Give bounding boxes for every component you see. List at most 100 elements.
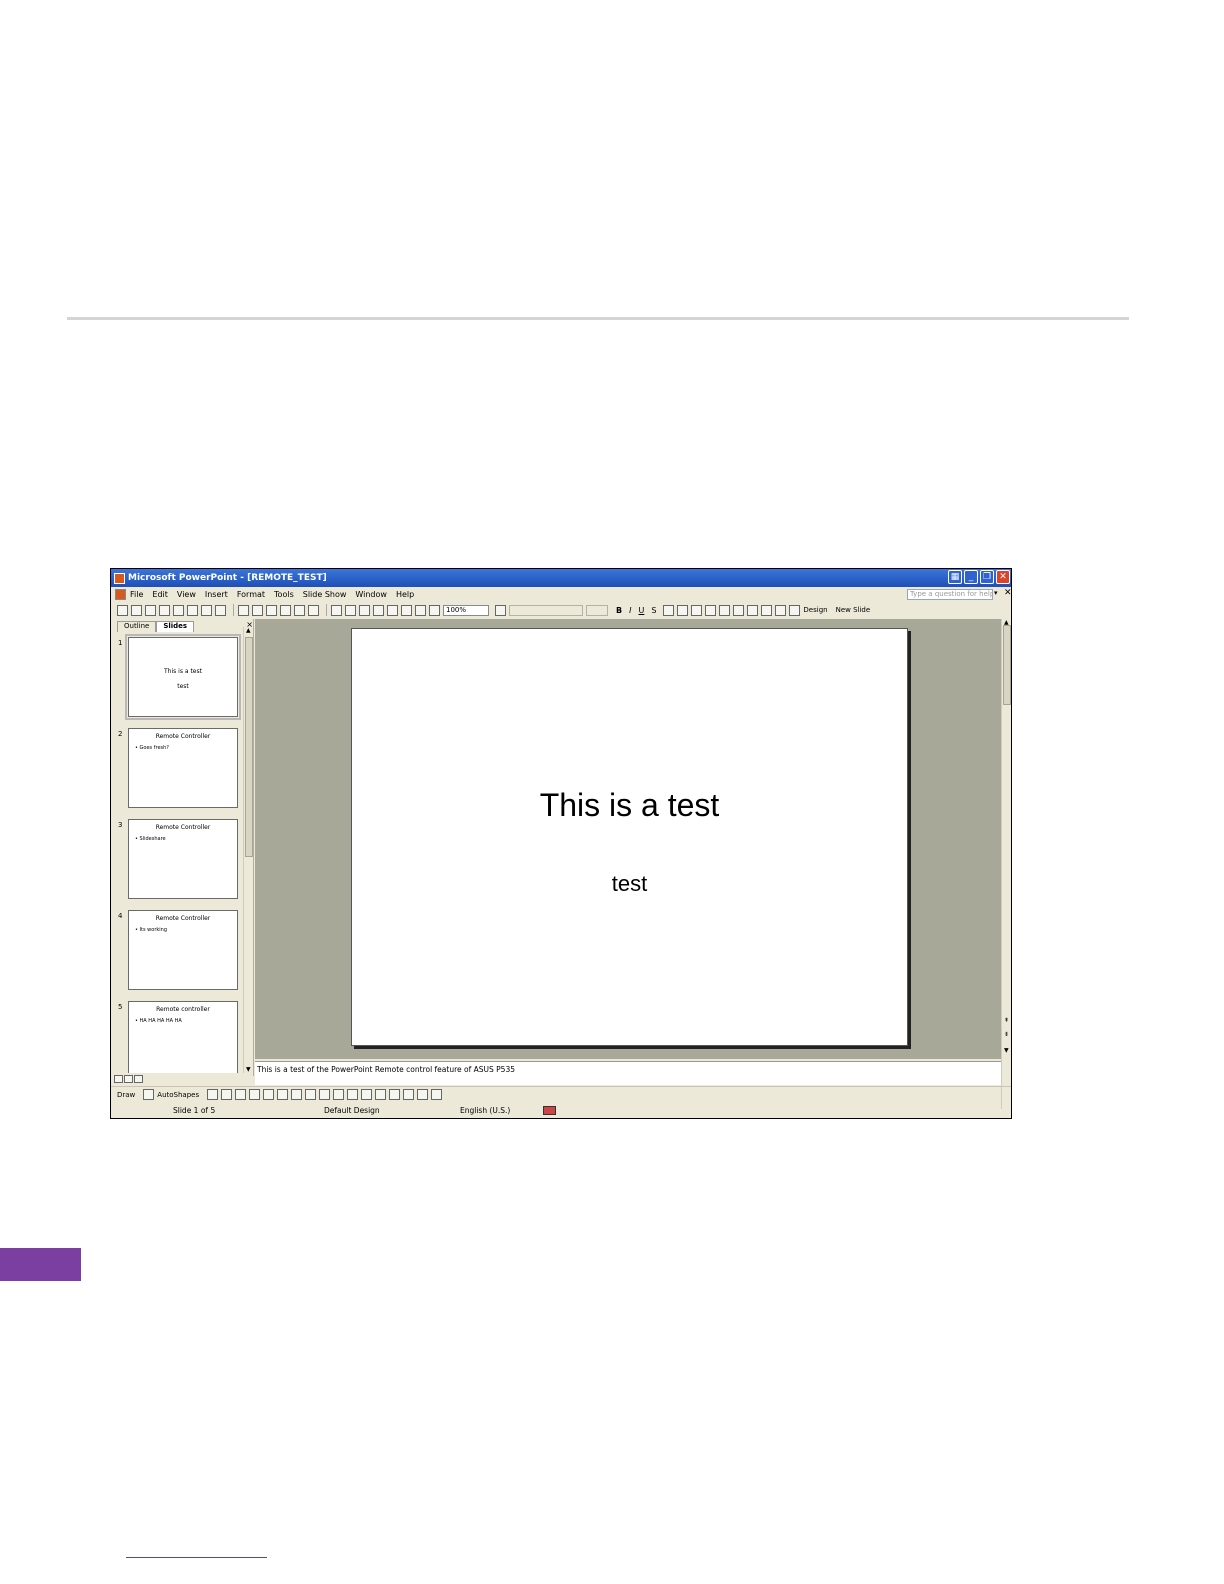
new-icon[interactable] bbox=[117, 604, 128, 616]
color-grayscale-icon[interactable] bbox=[429, 604, 440, 616]
show-formatting-icon[interactable] bbox=[401, 604, 412, 616]
underline-button[interactable]: U bbox=[638, 606, 644, 615]
slide-subtitle[interactable]: test bbox=[352, 871, 907, 897]
diagram-icon[interactable] bbox=[291, 1089, 303, 1100]
slides-pane-scrollbar[interactable]: ▲ ▼ bbox=[243, 627, 253, 1073]
document-icon[interactable] bbox=[115, 588, 126, 600]
slide-thumbnail-5[interactable]: Remote controller • HA HA HA HA HA bbox=[128, 1001, 238, 1073]
line-color-icon[interactable] bbox=[347, 1089, 359, 1100]
scrollbar-thumb[interactable] bbox=[1003, 625, 1011, 705]
help-search-input[interactable]: Type a question for help bbox=[907, 589, 993, 600]
menu-edit[interactable]: Edit bbox=[152, 590, 168, 599]
tables-borders-icon[interactable] bbox=[359, 604, 370, 616]
menu-format[interactable]: Format bbox=[237, 590, 265, 599]
print-preview-icon[interactable] bbox=[201, 604, 212, 616]
scroll-down-icon[interactable]: ▼ bbox=[246, 1066, 251, 1073]
cut-icon[interactable] bbox=[238, 604, 249, 616]
menu-window[interactable]: Window bbox=[355, 590, 387, 599]
slide-thumbnail-1[interactable]: This is a test test bbox=[125, 634, 241, 720]
document-close-button[interactable]: ✕ bbox=[1004, 588, 1011, 598]
permission-icon[interactable] bbox=[159, 604, 170, 616]
new-slide-button[interactable]: New Slide bbox=[836, 606, 871, 614]
align-center-icon[interactable] bbox=[677, 604, 689, 616]
bold-button[interactable]: B bbox=[616, 606, 622, 615]
design-button[interactable]: Design bbox=[803, 606, 827, 614]
font-name-select[interactable] bbox=[509, 604, 583, 616]
current-slide[interactable]: This is a test test bbox=[351, 628, 908, 1046]
scroll-up-icon[interactable]: ▲ bbox=[246, 627, 251, 634]
zoom-select[interactable]: 100% bbox=[443, 604, 489, 616]
align-right-icon[interactable] bbox=[691, 604, 703, 616]
help-icon[interactable] bbox=[495, 604, 506, 616]
paste-icon[interactable] bbox=[266, 604, 277, 616]
close-button[interactable]: ✕ bbox=[996, 570, 1010, 584]
show-grid-icon[interactable] bbox=[415, 604, 426, 616]
decrease-font-icon[interactable] bbox=[747, 604, 759, 616]
spelling-icon[interactable] bbox=[215, 604, 226, 616]
italic-button[interactable]: I bbox=[629, 606, 631, 615]
email-icon[interactable] bbox=[173, 604, 184, 616]
normal-view-icon[interactable] bbox=[114, 1075, 123, 1083]
increase-indent-icon[interactable] bbox=[775, 604, 787, 616]
menu-insert[interactable]: Insert bbox=[205, 590, 228, 599]
expand-all-icon[interactable] bbox=[387, 604, 398, 616]
font-color-icon[interactable] bbox=[789, 604, 801, 616]
wordart-icon[interactable] bbox=[277, 1089, 289, 1100]
help-dropdown-icon[interactable]: ▾ bbox=[994, 589, 998, 597]
print-icon[interactable] bbox=[187, 604, 198, 616]
line-style-icon[interactable] bbox=[375, 1089, 387, 1100]
menu-view[interactable]: View bbox=[177, 590, 196, 599]
oval-icon[interactable] bbox=[249, 1089, 261, 1100]
rectangle-icon[interactable] bbox=[235, 1089, 247, 1100]
align-left-icon[interactable] bbox=[663, 604, 675, 616]
line-icon[interactable] bbox=[207, 1089, 219, 1100]
menu-slide-show[interactable]: Slide Show bbox=[303, 590, 347, 599]
editor-scrollbar[interactable]: ▲ ⇞ ⇟ ▼ bbox=[1001, 619, 1011, 1109]
save-icon[interactable] bbox=[145, 604, 156, 616]
undo-icon[interactable] bbox=[294, 604, 305, 616]
insert-table-icon[interactable] bbox=[345, 604, 356, 616]
font-color-icon[interactable] bbox=[361, 1089, 373, 1100]
arrow-style-icon[interactable] bbox=[403, 1089, 415, 1100]
menu-tools[interactable]: Tools bbox=[274, 590, 294, 599]
hyperlink-icon[interactable] bbox=[373, 604, 384, 616]
copy-icon[interactable] bbox=[252, 604, 263, 616]
increase-font-icon[interactable] bbox=[733, 604, 745, 616]
format-painter-icon[interactable] bbox=[280, 604, 291, 616]
next-slide-icon[interactable]: ⇟ bbox=[1004, 1031, 1009, 1038]
numbering-icon[interactable] bbox=[705, 604, 717, 616]
scroll-down-icon[interactable]: ▼ bbox=[1004, 1047, 1009, 1054]
text-box-icon[interactable] bbox=[263, 1089, 275, 1100]
dash-style-icon[interactable] bbox=[389, 1089, 401, 1100]
scrollbar-thumb[interactable] bbox=[245, 637, 253, 857]
shadow-button[interactable]: S bbox=[651, 606, 656, 615]
tab-outline[interactable]: Outline bbox=[117, 621, 157, 632]
notes-pane[interactable]: This is a test of the PowerPoint Remote … bbox=[255, 1061, 1001, 1085]
tab-slides[interactable]: Slides bbox=[156, 621, 195, 632]
3d-style-icon[interactable] bbox=[431, 1089, 443, 1100]
fill-color-icon[interactable] bbox=[333, 1089, 345, 1100]
autoshapes-menu[interactable]: AutoShapes bbox=[157, 1091, 199, 1099]
select-pointer-icon[interactable] bbox=[143, 1089, 155, 1100]
clip-art-icon[interactable] bbox=[305, 1089, 317, 1100]
restore-button[interactable]: ❐ bbox=[980, 570, 994, 584]
slide-thumbnail-2[interactable]: Remote Controller • Goes fresh? bbox=[128, 728, 238, 808]
grid-icon[interactable]: ▦ bbox=[948, 570, 962, 584]
slide-title[interactable]: This is a test bbox=[352, 787, 907, 824]
previous-slide-icon[interactable]: ⇞ bbox=[1004, 1017, 1009, 1024]
slide-thumbnail-4[interactable]: Remote Controller • Its working bbox=[128, 910, 238, 990]
menu-help[interactable]: Help bbox=[396, 590, 414, 599]
font-size-select[interactable] bbox=[586, 604, 608, 616]
insert-chart-icon[interactable] bbox=[331, 604, 342, 616]
slide-show-icon[interactable] bbox=[134, 1075, 143, 1083]
decrease-indent-icon[interactable] bbox=[761, 604, 773, 616]
arrow-icon[interactable] bbox=[221, 1089, 233, 1100]
draw-menu[interactable]: Draw bbox=[117, 1091, 135, 1099]
open-icon[interactable] bbox=[131, 604, 142, 616]
shadow-style-icon[interactable] bbox=[417, 1089, 429, 1100]
minimize-button[interactable]: _ bbox=[964, 570, 978, 584]
redo-icon[interactable] bbox=[308, 604, 319, 616]
slide-thumbnail-3[interactable]: Remote Controller • Slideshare bbox=[128, 819, 238, 899]
slide-sorter-icon[interactable] bbox=[124, 1075, 133, 1083]
picture-icon[interactable] bbox=[319, 1089, 331, 1100]
